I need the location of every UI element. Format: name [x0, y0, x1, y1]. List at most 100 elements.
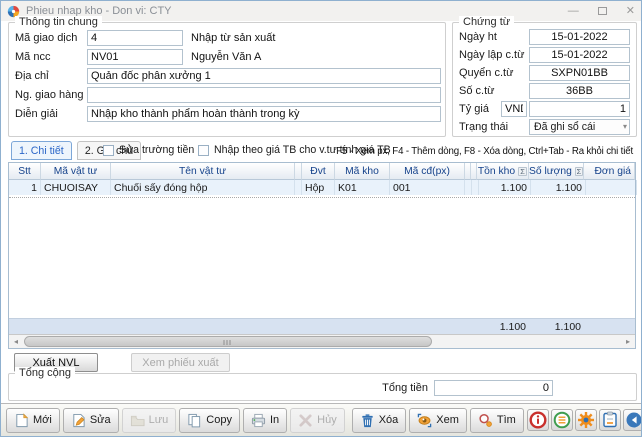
cell-don-gia[interactable]: [586, 180, 637, 195]
ngay-lap-field[interactable]: [529, 47, 630, 63]
trang-thai-dropdown[interactable]: Đã ghi sổ cái ▾: [529, 119, 630, 135]
col-header-ma-cd-px[interactable]: Mã cđ(px): [390, 163, 465, 180]
detail-grid: Stt Mã vật tư Tên vật tư Đvt Mã kho Mã c…: [8, 162, 636, 349]
ma-ncc-label: Mã ncc: [15, 51, 87, 63]
hotkeys-hint: F5 - Xem px, F4 - Thêm dòng, F8 - Xóa dò…: [336, 146, 633, 157]
dia-chi-field[interactable]: [87, 68, 441, 84]
summary-so-luong: 1.100: [529, 319, 584, 334]
first-record-button[interactable]: [623, 409, 642, 431]
copy-button[interactable]: Copy: [179, 408, 240, 433]
info-button[interactable]: [527, 409, 549, 431]
trang-thai-label: Trạng thái: [459, 121, 529, 133]
toolbar: Mới Sửa Lưu Copy: [1, 403, 641, 436]
print-button[interactable]: In: [243, 408, 287, 433]
grid-header-row: Stt Mã vật tư Tên vật tư Đvt Mã kho Mã c…: [9, 163, 635, 180]
cell-stt[interactable]: 1: [9, 180, 41, 195]
close-button[interactable]: ✕: [626, 6, 635, 17]
col-header-dvt[interactable]: Đvt: [302, 163, 335, 180]
totals-group: Tổng cộng Tổng tiền: [8, 373, 637, 401]
cancel-button: Hủy: [290, 408, 345, 433]
sum-sigma-icon[interactable]: Σ: [575, 167, 583, 176]
ma-ncc-field[interactable]: [87, 49, 183, 65]
so-ctu-field[interactable]: [529, 83, 630, 99]
eye-icon: [417, 413, 432, 428]
cell-ma-vat-tu[interactable]: CHUOISAY: [41, 180, 111, 195]
cell-ma-kho[interactable]: K01: [335, 180, 390, 195]
grid-summary-row: 1.100 1.100: [9, 318, 635, 334]
sum-sigma-icon[interactable]: Σ: [518, 167, 527, 176]
printer-icon: [251, 413, 266, 428]
cell-dvt[interactable]: Hộp: [302, 180, 335, 195]
maximize-button[interactable]: [598, 7, 607, 15]
dien-giai-label: Diễn giải: [15, 108, 87, 120]
trang-thai-value: Đã ghi sổ cái: [534, 121, 621, 133]
edit-button[interactable]: Sửa: [63, 408, 119, 433]
ngay-ht-label: Ngày ht: [459, 31, 529, 43]
grid-empty-area: [9, 198, 635, 318]
arrow-first-icon: [625, 411, 642, 429]
delete-button[interactable]: Xóa: [352, 408, 407, 433]
ty-gia-currency-field[interactable]: [501, 101, 527, 117]
tong-tien-label: Tổng tiền: [364, 382, 434, 394]
scrollbar-thumb[interactable]: [24, 336, 432, 347]
nhap-theo-gia-tb-checkbox[interactable]: [198, 145, 209, 156]
quyen-ctu-label: Quyển c.từ: [459, 67, 529, 79]
col-header-ma-vat-tu[interactable]: Mã vật tư: [41, 163, 111, 180]
sua-truong-tien-checkbox[interactable]: [103, 145, 114, 156]
col-header-ma-kho[interactable]: Mã kho: [335, 163, 390, 180]
copy-icon: [187, 413, 202, 428]
scrollbar-grip: [224, 340, 233, 345]
ngay-ht-field[interactable]: [529, 29, 630, 45]
table-row[interactable]: 1 CHUOISAY Chuối sấy đóng hộp Hộp K01 00…: [9, 180, 635, 195]
general-info-legend: Thông tin chung: [15, 16, 102, 28]
ma-giao-dich-note: Nhập từ sản xuất: [191, 32, 275, 44]
cell-spacer3: [472, 180, 479, 195]
tab-chi-tiet[interactable]: 1. Chi tiết: [11, 141, 72, 160]
so-ctu-label: Số c.từ: [459, 85, 529, 97]
chevron-down-icon[interactable]: ▾: [621, 122, 627, 131]
cell-ton-kho[interactable]: 1.100: [479, 180, 531, 195]
ng-giao-hang-label: Ng. giao hàng: [15, 89, 87, 101]
horizontal-scrollbar[interactable]: ◂ ▸: [9, 334, 635, 348]
scroll-left-icon[interactable]: ◂: [9, 335, 23, 348]
cell-so-luong[interactable]: 1.100: [531, 180, 586, 195]
ma-giao-dich-field[interactable]: [87, 30, 183, 46]
ty-gia-label: Tỷ giá: [459, 103, 501, 115]
col-header-ten-vat-tu[interactable]: Tên vật tư: [111, 163, 295, 180]
ma-ncc-note: Nguyễn Văn A: [191, 51, 261, 63]
save-folder-icon: [130, 413, 145, 428]
cell-spacer2: [465, 180, 472, 195]
document-info-legend: Chứng từ: [459, 16, 514, 28]
clipboard-icon: [601, 411, 619, 429]
col-header-don-gia[interactable]: Đơn giá: [584, 163, 635, 180]
save-button: Lưu: [122, 408, 177, 433]
ma-giao-dich-label: Mã giao dịch: [15, 32, 87, 44]
dia-chi-label: Địa chỉ: [15, 70, 87, 82]
tong-tien-field[interactable]: [434, 380, 553, 396]
col-header-so-luong[interactable]: Số lượng Σ: [529, 163, 584, 180]
dien-giai-field[interactable]: [87, 106, 441, 122]
ty-gia-field[interactable]: [529, 101, 630, 117]
list-button[interactable]: [551, 409, 573, 431]
cancel-x-icon: [298, 413, 313, 428]
col-header-ton-kho[interactable]: Tồn kho Σ: [477, 163, 529, 180]
find-button[interactable]: Tìm: [470, 408, 524, 433]
tab-strip: 1. Chi tiết 2. Ghi chú Sửa trường tiền N…: [11, 141, 635, 162]
ng-giao-hang-field[interactable]: [87, 87, 441, 103]
scroll-right-icon[interactable]: ▸: [621, 335, 635, 348]
view-button[interactable]: Xem: [409, 408, 467, 433]
cell-ma-cd-px[interactable]: 001: [390, 180, 465, 195]
cell-ten-vat-tu[interactable]: Chuối sấy đóng hộp: [111, 180, 295, 195]
new-document-icon: [14, 413, 29, 428]
settings-button[interactable]: [575, 409, 597, 431]
edit-pencil-icon: [71, 413, 86, 428]
quyen-ctu-field[interactable]: [529, 65, 630, 81]
notes-button[interactable]: [599, 409, 621, 431]
minimize-button[interactable]: —: [568, 6, 579, 17]
sua-truong-tien-label: Sửa trường tiền: [119, 144, 194, 156]
col-header-stt[interactable]: Stt: [9, 163, 41, 180]
ngay-lap-label: Ngày lập c.từ: [459, 49, 529, 61]
new-button[interactable]: Mới: [6, 408, 60, 433]
search-icon: [478, 413, 493, 428]
list-icon: [553, 411, 571, 429]
